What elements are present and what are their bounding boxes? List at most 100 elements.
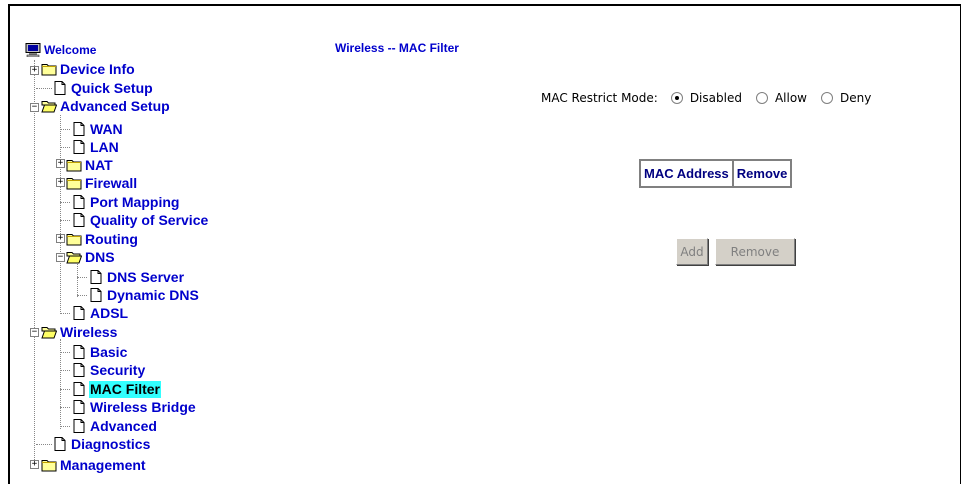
nav-item-dynamic-dns[interactable]: Dynamic DNS	[88, 286, 200, 304]
page-icon	[73, 306, 85, 320]
nav-item-port-mapping[interactable]: Port Mapping	[71, 193, 180, 211]
tree-line	[60, 129, 70, 130]
nav-item-mac-filter[interactable]: MAC Filter	[71, 380, 161, 398]
nav-item-quick-setup[interactable]: Quick Setup	[52, 79, 154, 97]
page-icon	[73, 363, 85, 377]
nav-tree: + − + + + − − + Welcome Device Info Quic…	[0, 0, 320, 486]
nav-label-quick-setup[interactable]: Quick Setup	[70, 80, 154, 97]
expand-toggle-device-info[interactable]: +	[30, 66, 39, 75]
nav-item-device-info[interactable]: Device Info	[41, 60, 136, 78]
nav-item-diagnostics[interactable]: Diagnostics	[52, 435, 151, 453]
expand-toggle-management[interactable]: +	[30, 460, 39, 469]
page-icon	[73, 400, 85, 414]
radio-disabled[interactable]	[670, 92, 683, 104]
nav-label-port-mapping[interactable]: Port Mapping	[89, 194, 180, 211]
page-icon	[73, 213, 85, 227]
folder-icon	[41, 64, 57, 76]
nav-label-wireless[interactable]: Wireless	[59, 324, 118, 341]
nav-item-firewall[interactable]: Firewall	[66, 174, 138, 192]
tree-line	[60, 352, 70, 353]
tree-line	[60, 407, 70, 408]
nav-label-wireless-bridge[interactable]: Wireless Bridge	[89, 399, 197, 416]
nav-item-wireless-bridge[interactable]: Wireless Bridge	[71, 398, 197, 416]
nav-label-dns-server[interactable]: DNS Server	[106, 269, 185, 286]
folder-open-icon	[41, 101, 57, 113]
tree-line	[77, 295, 87, 296]
radio-deny[interactable]	[821, 92, 833, 104]
nav-item-nat[interactable]: NAT	[66, 156, 114, 174]
nav-label-qos[interactable]: Quality of Service	[89, 212, 209, 229]
nav-label-wan[interactable]: WAN	[89, 121, 124, 138]
nav-item-adsl[interactable]: ADSL	[71, 304, 129, 322]
radio-deny-label[interactable]: Deny	[840, 91, 871, 105]
mac-restrict-mode: MAC Restrict Mode: Disabled Allow Deny	[541, 91, 871, 105]
nav-label-device-info[interactable]: Device Info	[59, 61, 136, 78]
tree-line	[77, 264, 78, 297]
nav-label-basic[interactable]: Basic	[89, 344, 128, 361]
mac-restrict-mode-label: MAC Restrict Mode:	[541, 91, 658, 105]
nav-label-nat[interactable]: NAT	[84, 157, 114, 174]
nav-label-management[interactable]: Management	[59, 457, 147, 474]
nav-label-firewall[interactable]: Firewall	[84, 175, 138, 192]
expand-toggle-routing[interactable]: +	[56, 234, 65, 243]
nav-item-qos[interactable]: Quality of Service	[71, 211, 209, 229]
column-header-remove: Remove	[732, 160, 792, 187]
tree-line	[60, 313, 70, 314]
nav-label-lan[interactable]: LAN	[89, 139, 120, 156]
page-icon	[73, 382, 85, 396]
tree-line	[60, 115, 61, 312]
folder-open-icon	[41, 327, 57, 339]
folder-icon	[66, 178, 82, 190]
nav-item-basic[interactable]: Basic	[71, 343, 128, 361]
nav-label-routing[interactable]: Routing	[84, 231, 139, 248]
tree-line	[34, 60, 35, 464]
nav-item-wan[interactable]: WAN	[71, 120, 124, 138]
collapse-toggle-wireless[interactable]: −	[30, 328, 39, 337]
nav-item-management[interactable]: Management	[41, 456, 147, 474]
nav-item-routing[interactable]: Routing	[66, 230, 139, 248]
nav-item-welcome[interactable]: Welcome	[25, 41, 97, 59]
nav-label-advanced-setup[interactable]: Advanced Setup	[59, 98, 171, 115]
nav-label-dns[interactable]: DNS	[84, 249, 116, 266]
page-icon	[73, 140, 85, 154]
collapse-toggle-dns[interactable]: −	[56, 253, 65, 262]
tree-line	[77, 277, 87, 278]
nav-label-security[interactable]: Security	[89, 362, 146, 379]
mac-filter-table: MAC Address Remove	[639, 159, 793, 188]
page-icon	[90, 270, 102, 284]
nav-item-wireless[interactable]: Wireless	[41, 323, 118, 341]
expand-toggle-nat[interactable]: +	[56, 159, 65, 168]
folder-open-icon	[66, 252, 82, 264]
nav-label-dynamic-dns[interactable]: Dynamic DNS	[106, 287, 200, 304]
tree-line	[36, 444, 52, 445]
nav-item-advanced[interactable]: Advanced	[71, 417, 158, 435]
nav-label-advanced[interactable]: Advanced	[89, 418, 158, 435]
nav-item-dns[interactable]: DNS	[66, 248, 116, 266]
page-icon	[73, 419, 85, 433]
page-icon	[73, 195, 85, 209]
radio-disabled-label[interactable]: Disabled	[690, 91, 742, 105]
radio-allow-label[interactable]: Allow	[775, 91, 807, 105]
tree-line	[60, 202, 70, 203]
page-icon	[54, 437, 66, 451]
nav-label-diagnostics[interactable]: Diagnostics	[70, 436, 151, 453]
nav-item-advanced-setup[interactable]: Advanced Setup	[41, 97, 171, 115]
tree-line	[60, 389, 70, 390]
column-header-mac-address: MAC Address	[640, 160, 733, 187]
nav-item-security[interactable]: Security	[71, 361, 146, 379]
nav-item-lan[interactable]: LAN	[71, 138, 120, 156]
remove-button[interactable]: Remove	[715, 238, 795, 265]
nav-item-dns-server[interactable]: DNS Server	[88, 268, 185, 286]
nav-label-adsl[interactable]: ADSL	[89, 305, 129, 322]
tree-line	[60, 220, 70, 221]
tree-line	[36, 88, 52, 89]
nav-label-welcome[interactable]: Welcome	[43, 42, 97, 59]
nav-label-mac-filter[interactable]: MAC Filter	[89, 380, 161, 398]
tree-line	[60, 370, 70, 371]
collapse-toggle-advanced-setup[interactable]: −	[30, 103, 39, 112]
add-button[interactable]: Add	[676, 238, 708, 265]
page-icon	[73, 122, 85, 136]
radio-allow[interactable]	[755, 92, 768, 104]
expand-toggle-firewall[interactable]: +	[56, 178, 65, 187]
page-icon	[54, 81, 66, 95]
